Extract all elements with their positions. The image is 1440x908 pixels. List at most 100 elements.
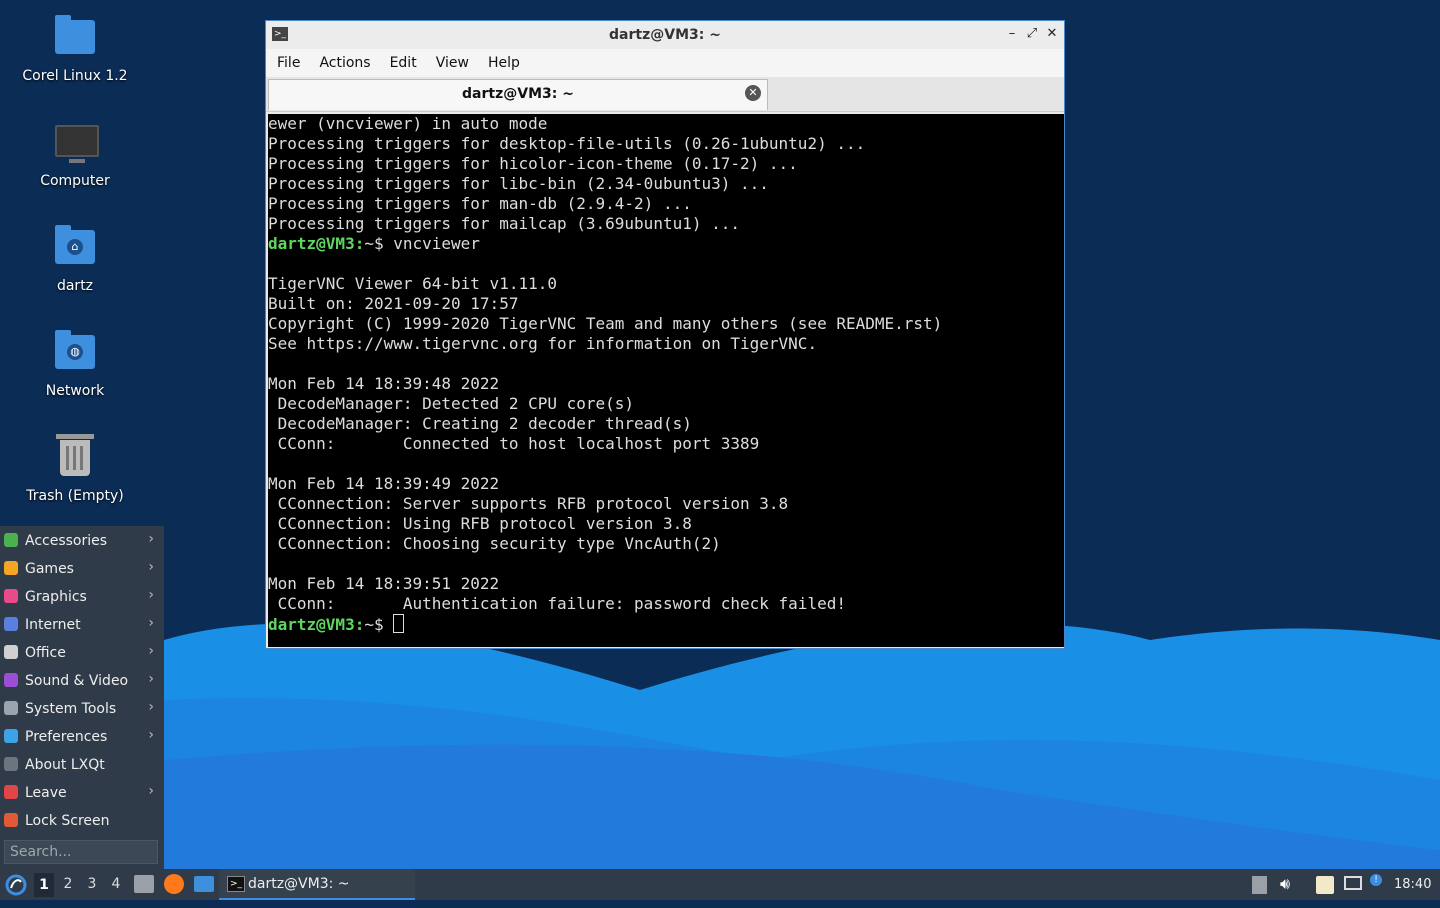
output-lines-after: TigerVNC Viewer 64-bit v1.11.0 Built on:…	[268, 274, 943, 613]
clipboard-icon[interactable]	[1316, 876, 1334, 894]
tab-bar: dartz@VM3: ~ ✕	[266, 77, 1064, 112]
output-lines-before: ewer (vncviewer) in auto mode Processing…	[268, 114, 866, 233]
start-menu-button[interactable]	[5, 874, 27, 896]
desktop-icon-label: Corel Linux 1.2	[22, 68, 128, 84]
games-icon	[4, 561, 18, 575]
menu-item-label: Accessories	[25, 533, 108, 549]
menu-item-label: System Tools	[25, 701, 117, 717]
menu-item-label: Internet	[25, 617, 81, 633]
menu-item-leave[interactable]: Leave ›	[0, 780, 164, 806]
menu-item-label: Office	[25, 645, 66, 661]
graphics-icon	[4, 589, 18, 603]
menu-item-label: Graphics	[25, 589, 87, 605]
system-tools-icon	[4, 701, 18, 715]
desktop-switch-1[interactable]: 1	[34, 873, 54, 897]
desktop-icon-home[interactable]: ⌂ dartz	[10, 224, 140, 294]
folder-icon	[51, 14, 99, 62]
chevron-right-icon: ›	[148, 671, 154, 687]
terminal-output[interactable]: ewer (vncviewer) in auto mode Processing…	[268, 114, 1064, 647]
volume-icon[interactable]: 🔊︎	[1280, 876, 1296, 892]
menu-item-internet[interactable]: Internet ›	[0, 612, 164, 638]
update-notifier-icon[interactable]: !	[1370, 874, 1382, 886]
desktop-switch-4[interactable]: 4	[106, 876, 126, 907]
prompt-user: dartz@VM3:	[268, 615, 365, 634]
computer-icon	[51, 119, 99, 167]
chevron-right-icon: ›	[148, 643, 154, 659]
accessories-icon	[4, 533, 18, 547]
menu-item-label: Preferences	[25, 729, 108, 745]
menu-view[interactable]: View	[429, 55, 481, 71]
menu-help[interactable]: Help	[481, 55, 532, 71]
menu-item-label: Leave	[25, 785, 67, 801]
clock[interactable]: 18:40	[1394, 877, 1431, 908]
chevron-right-icon: ›	[148, 531, 154, 547]
network-folder-icon: ◍	[51, 329, 99, 377]
menu-item-lock-screen[interactable]: Lock Screen	[0, 808, 164, 834]
menu-item-office[interactable]: Office ›	[0, 640, 164, 666]
window-titlebar[interactable]: >_ dartz@VM3: ~ – ⤢ ✕	[266, 21, 1064, 49]
taskbar: 1 2 3 4 >_ dartz@VM3: ~ 🔊︎ ! 18:40	[0, 869, 1440, 900]
chevron-right-icon: ›	[148, 559, 154, 575]
desktop-icon-label: Computer	[40, 173, 110, 189]
menu-item-sound-video[interactable]: Sound & Video ›	[0, 668, 164, 694]
prompt-user: dartz@VM3:	[268, 234, 365, 253]
desktop-icon-label: Network	[45, 383, 105, 399]
menu-search-input[interactable]: Search...	[4, 840, 158, 864]
tab-title: dartz@VM3: ~	[462, 86, 574, 102]
preferences-icon	[4, 729, 18, 743]
desktop-icon-corel-linux[interactable]: Corel Linux 1.2	[10, 14, 140, 84]
menu-item-label: Games	[25, 561, 74, 577]
desktop-switch-3[interactable]: 3	[82, 876, 102, 907]
text-cursor	[393, 614, 405, 633]
eject-icon[interactable]	[1252, 876, 1267, 894]
entered-command: vncviewer	[393, 234, 480, 253]
menu-actions[interactable]: Actions	[312, 55, 382, 71]
minimize-button[interactable]: –	[1004, 26, 1020, 42]
menu-item-preferences[interactable]: Preferences ›	[0, 724, 164, 750]
desktop-icon-trash[interactable]: Trash (Empty)	[10, 434, 140, 504]
task-label: dartz@VM3: ~	[248, 876, 350, 892]
menu-bar: File Actions Edit View Help	[266, 49, 1064, 77]
home-folder-icon: ⌂	[51, 224, 99, 272]
chevron-right-icon: ›	[148, 699, 154, 715]
network-tray-icon[interactable]	[1344, 876, 1362, 890]
taskbar-window-terminal[interactable]: >_ dartz@VM3: ~	[219, 869, 415, 900]
power-icon	[4, 785, 18, 799]
sound-video-icon	[4, 673, 18, 687]
menu-edit[interactable]: Edit	[383, 55, 429, 71]
terminal-tab[interactable]: dartz@VM3: ~ ✕	[268, 79, 768, 110]
file-manager-icon[interactable]	[134, 875, 154, 893]
close-button[interactable]: ✕	[1044, 26, 1060, 42]
desktop-icon-network[interactable]: ◍ Network	[10, 329, 140, 399]
office-icon	[4, 645, 18, 659]
terminal-window[interactable]: >_ dartz@VM3: ~ – ⤢ ✕ File Actions Edit …	[265, 20, 1065, 649]
menu-file[interactable]: File	[270, 55, 312, 71]
chevron-right-icon: ›	[148, 783, 154, 799]
prompt-path: ~$	[364, 234, 394, 253]
menu-item-about-lxqt[interactable]: About LXQt	[0, 752, 164, 778]
start-menu: Accessories › Games › Graphics › Internet › Offi…	[0, 526, 164, 870]
show-desktop-icon[interactable]	[194, 876, 214, 892]
prompt-path: ~$	[364, 615, 394, 634]
trash-icon	[51, 434, 99, 482]
desktop-icon-computer[interactable]: Computer	[10, 119, 140, 189]
internet-icon	[4, 617, 18, 631]
desktop-switch-2[interactable]: 2	[58, 876, 78, 907]
chevron-right-icon: ›	[148, 615, 154, 631]
menu-item-system-tools[interactable]: System Tools ›	[0, 696, 164, 722]
chevron-right-icon: ›	[148, 727, 154, 743]
menu-item-label: Lock Screen	[25, 813, 110, 829]
desktop-icon-label: dartz	[56, 278, 94, 294]
firefox-icon[interactable]	[164, 874, 184, 894]
terminal-icon: >_	[227, 876, 245, 892]
menu-item-games[interactable]: Games ›	[0, 556, 164, 582]
menu-item-label: Sound & Video	[25, 673, 129, 689]
maximize-button[interactable]: ⤢	[1024, 26, 1040, 42]
lock-icon	[4, 813, 18, 827]
menu-item-graphics[interactable]: Graphics ›	[0, 584, 164, 610]
menu-item-accessories[interactable]: Accessories ›	[0, 528, 164, 554]
desktop-icon-label: Trash (Empty)	[26, 488, 124, 504]
lxqt-logo-icon	[5, 874, 27, 896]
tab-close-icon[interactable]: ✕	[745, 85, 761, 101]
menu-item-label: About LXQt	[25, 757, 105, 773]
